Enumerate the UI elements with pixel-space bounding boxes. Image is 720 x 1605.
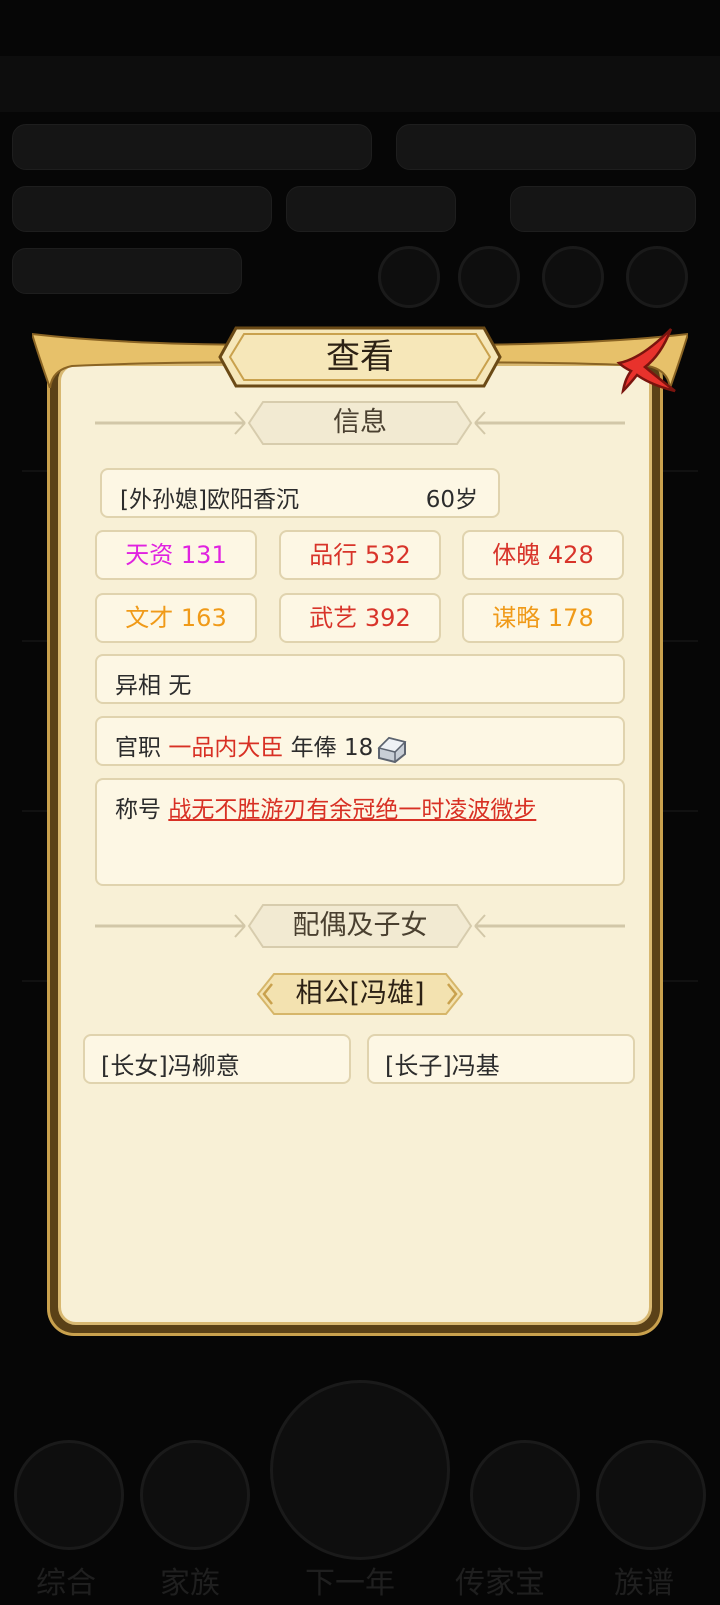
section-header-info: 信息 (95, 400, 625, 446)
traits-text: 异相 无 (115, 666, 191, 700)
background-pill (12, 186, 272, 232)
background-nav-circle (596, 1440, 706, 1550)
section-title: 信息 (333, 407, 387, 438)
background-top-bar (0, 56, 720, 112)
office-label: 官职 (115, 735, 161, 761)
spouse-label: 相公[冯雄] (295, 978, 425, 1009)
background-big-circle (270, 1380, 450, 1560)
stat-literacy: 文才 163 (95, 593, 257, 643)
person-name: [外孙媳]欧阳香沉 (120, 487, 299, 513)
child-label: [长子]冯基 (385, 1052, 500, 1080)
background-pill (12, 124, 372, 170)
background-nav-circle (470, 1440, 580, 1550)
child-item[interactable]: [长子]冯基 (367, 1034, 635, 1084)
office-text: 官职 一品内大臣 年俸 18 (115, 728, 409, 764)
stat-strategy: 谋略 178 (462, 593, 624, 643)
dialog-title: 查看 (326, 337, 394, 377)
background-circle-button (458, 246, 520, 308)
traits-value: 无 (168, 673, 192, 699)
traits-row: 异相 无 (95, 654, 625, 704)
person-age: 60岁 (425, 487, 478, 513)
office-row: 官职 一品内大臣 年俸 18 (95, 716, 625, 766)
background-nav-label: 家族 (160, 1566, 220, 1601)
close-icon[interactable] (611, 325, 679, 397)
office-rank: 一品内大臣 (168, 735, 284, 761)
background-nav-label: 族谱 (614, 1566, 674, 1601)
background-circle-button (378, 246, 440, 308)
titles-label: 称号 (115, 797, 161, 823)
background-nav-label: 综合 (36, 1566, 96, 1601)
background-nav-circle (14, 1440, 124, 1550)
spouse-button[interactable]: 相公[冯雄] (256, 972, 464, 1016)
traits-label: 异相 (115, 673, 161, 699)
background-nav-label: 传家宝 (455, 1566, 545, 1601)
child-item[interactable]: [长女]冯柳意 (83, 1034, 351, 1084)
person-name-box: [外孙媳]欧阳香沉 60岁 (100, 468, 500, 518)
titles-value-link[interactable]: 战无不胜游刃有余冠绝一时凌波微步 (168, 797, 536, 823)
stat-talent: 天资 131 (95, 530, 257, 580)
background-pill (396, 124, 696, 170)
background-pill (286, 186, 456, 232)
stat-conduct: 品行 532 (279, 530, 441, 580)
titles-text: 称号 战无不胜游刃有余冠绝一时凌波微步 (115, 790, 536, 824)
stat-martial: 武艺 392 (279, 593, 441, 643)
background-circle-button (626, 246, 688, 308)
titles-box: 称号 战无不胜游刃有余冠绝一时凌波微步 (95, 778, 625, 886)
background-nav-circle (140, 1440, 250, 1550)
background-pill (12, 248, 242, 294)
background-pill (510, 186, 696, 232)
section-header-family: 配偶及子女 (95, 903, 625, 949)
stat-physique: 体魄 428 (462, 530, 624, 580)
background-circle-button (542, 246, 604, 308)
salary-label: 年俸 (290, 735, 337, 761)
child-label: [长女]冯柳意 (101, 1052, 240, 1080)
salary-value: 18 (343, 735, 374, 761)
silver-ingot-icon (377, 736, 407, 763)
background-nav-label: 下一年 (305, 1566, 395, 1601)
section-title: 配偶及子女 (292, 910, 428, 941)
